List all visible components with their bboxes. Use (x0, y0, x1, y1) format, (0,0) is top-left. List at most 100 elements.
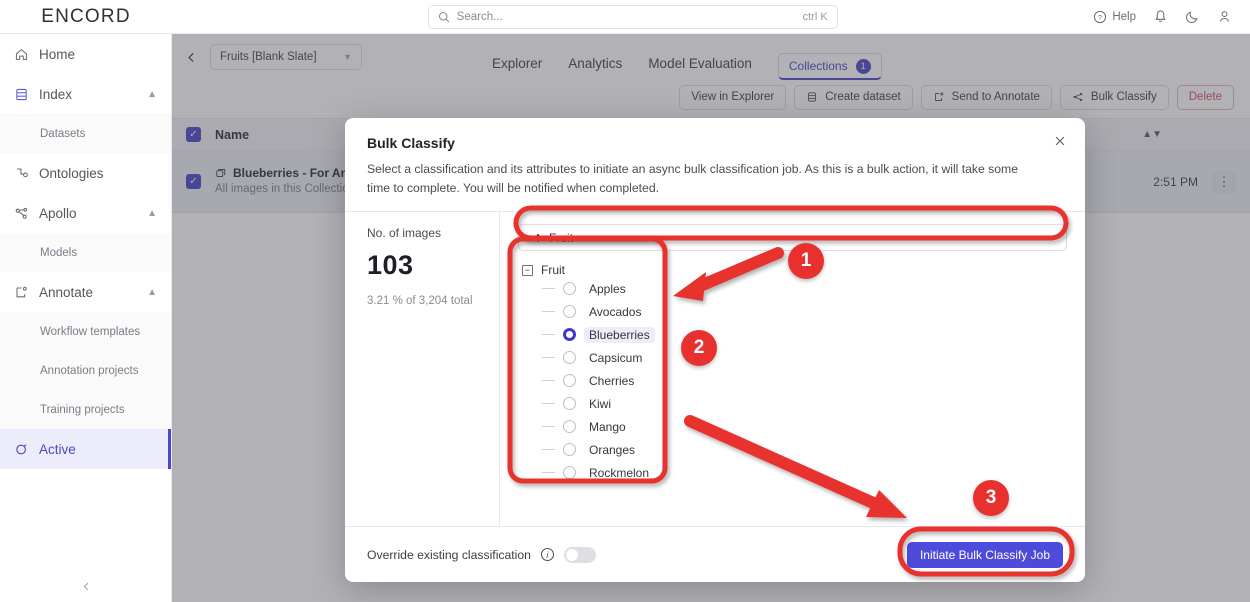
sidebar-item-home[interactable]: Home (0, 34, 171, 74)
sidebar-item-label: Training projects (40, 403, 125, 416)
sidebar-item-workflow-templates[interactable]: Workflow templates (0, 312, 171, 351)
sidebar-item-apollo[interactable]: Apollo ▲ (0, 193, 171, 233)
sidebar-item-label: Index (39, 86, 73, 102)
image-count-label: No. of images (367, 226, 442, 240)
active-icon (14, 442, 29, 457)
sidebar-item-ontologies[interactable]: Ontologies (0, 153, 171, 193)
sidebar-item-index[interactable]: Index ▲ (0, 74, 171, 114)
image-count-value: 103 (367, 250, 414, 280)
option-label: Rockmelon (589, 465, 650, 480)
option-capsicum[interactable]: Capsicum (542, 346, 1067, 369)
help-circle-icon: ? (1093, 10, 1107, 24)
initiate-bulk-classify-job-button[interactable]: Initiate Bulk Classify Job (906, 541, 1063, 568)
tree-connector-icon (542, 288, 555, 289)
modal-body: No. of images 103 3.21 % of 3,204 total … (345, 211, 1085, 526)
option-label: Avocados (589, 304, 642, 319)
sidebar-item-datasets[interactable]: Datasets (0, 114, 171, 153)
help-button[interactable]: ? Help (1093, 10, 1136, 24)
apollo-icon (14, 206, 29, 221)
radio-icon[interactable] (563, 351, 576, 364)
modal-description: Select a classification and its attribut… (367, 162, 1018, 195)
annotate-icon (14, 285, 29, 300)
image-count-percent: 3.21 % of 3,204 total (367, 295, 473, 307)
attribute-tree: − Fruit Apples Avocados Blueberries Caps… (518, 263, 1067, 484)
tree-connector-icon (542, 449, 555, 450)
override-label: Override existing classification (367, 547, 531, 562)
option-label: Mango (589, 419, 626, 434)
sidebar-item-label: Annotate (39, 284, 94, 300)
option-oranges[interactable]: Oranges (542, 438, 1067, 461)
sidebar-item-annotate[interactable]: Annotate ▲ (0, 272, 171, 312)
option-label: Kiwi (589, 396, 612, 411)
brand-logo: ENCORD (41, 5, 131, 27)
classification-select-value: Fruit (549, 230, 573, 245)
global-search-container: Search... ctrl K (172, 4, 1093, 29)
user-icon[interactable] (1217, 9, 1232, 24)
option-cherries[interactable]: Cherries (542, 369, 1067, 392)
search-icon (438, 11, 450, 23)
tree-connector-icon (542, 380, 555, 381)
ontology-icon (14, 166, 29, 181)
share-nodes-icon (529, 232, 541, 244)
close-icon[interactable] (1053, 134, 1067, 152)
radio-icon[interactable] (563, 443, 576, 456)
override-toggle[interactable] (563, 546, 596, 563)
info-icon[interactable]: i (540, 548, 554, 561)
moon-icon[interactable] (1185, 9, 1200, 24)
sidebar-item-annotation-projects[interactable]: Annotation projects (0, 351, 171, 390)
sidebar-item-models[interactable]: Models (0, 233, 171, 272)
chevron-up-icon: ▲ (147, 286, 157, 298)
tree-connector-icon (542, 334, 555, 335)
option-label: Cherries (589, 373, 635, 388)
sidebar-item-label: Home (39, 46, 76, 62)
modal-title: Bulk Classify (367, 135, 455, 151)
option-mango[interactable]: Mango (542, 415, 1067, 438)
search-placeholder: Search... (456, 10, 503, 23)
sidebar-item-label: Datasets (40, 127, 86, 140)
help-label: Help (1112, 10, 1136, 23)
sidebar: Home Index ▲ Datasets Ontologies Apollo … (0, 34, 172, 602)
annotation-step-2: 2 (681, 330, 717, 366)
radio-icon[interactable] (563, 305, 576, 318)
index-icon (14, 87, 29, 102)
tree-connector-icon (542, 426, 555, 427)
search-input[interactable]: Search... ctrl K (427, 4, 838, 29)
option-kiwi[interactable]: Kiwi (542, 392, 1067, 415)
sidebar-item-active[interactable]: Active (0, 429, 171, 469)
modal-footer: Override existing classification i Initi… (345, 526, 1085, 582)
radio-icon[interactable] (563, 420, 576, 433)
option-label: Blueberries (584, 326, 655, 343)
sidebar-item-label: Annotation projects (40, 364, 139, 377)
classification-select[interactable]: Fruit ▼ (518, 224, 1067, 251)
option-label: Oranges (589, 442, 636, 457)
option-label: Capsicum (589, 350, 643, 365)
sidebar-collapse-button[interactable] (0, 581, 172, 592)
radio-icon[interactable] (563, 282, 576, 295)
radio-icon-selected[interactable] (563, 328, 576, 341)
sidebar-item-label: Apollo (39, 205, 77, 221)
search-shortcut: ctrl K (802, 10, 828, 23)
radio-icon[interactable] (563, 374, 576, 387)
radio-icon[interactable] (563, 397, 576, 410)
bell-icon[interactable] (1153, 9, 1168, 24)
sidebar-item-label: Workflow templates (40, 325, 141, 338)
option-avocados[interactable]: Avocados (542, 300, 1067, 323)
option-blueberries[interactable]: Blueberries (542, 323, 1067, 346)
image-count-panel: No. of images 103 3.21 % of 3,204 total (345, 212, 500, 526)
option-apples[interactable]: Apples (542, 277, 1067, 300)
chevron-down-icon: ▼ (1047, 232, 1056, 243)
top-bar-actions: ? Help (1093, 9, 1250, 24)
tree-connector-icon (542, 311, 555, 312)
tree-connector-icon (542, 472, 555, 473)
chevron-up-icon: ▲ (147, 207, 157, 219)
tree-connector-icon (542, 357, 555, 358)
sidebar-item-training-projects[interactable]: Training projects (0, 390, 171, 429)
tree-connector-icon (542, 403, 555, 404)
collapse-toggle-icon[interactable]: − (522, 264, 533, 276)
home-icon (14, 47, 29, 62)
modal-header: Bulk Classify Select a classification an… (345, 118, 1085, 198)
radio-icon[interactable] (563, 466, 576, 479)
sidebar-item-label: Models (40, 246, 78, 259)
option-label: Apples (589, 281, 626, 296)
sidebar-item-label: Ontologies (39, 165, 104, 181)
